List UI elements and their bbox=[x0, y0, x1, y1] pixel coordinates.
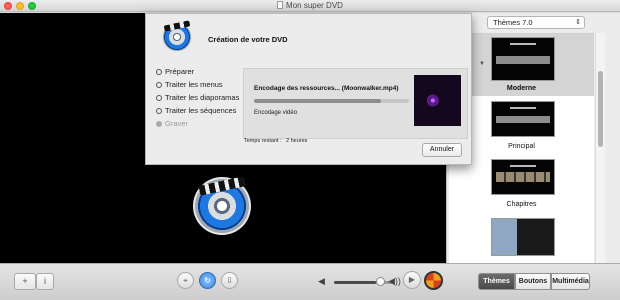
step-item: Traiter les séquences bbox=[156, 106, 239, 119]
step-item: Traiter les diaporamas bbox=[156, 93, 239, 106]
drop-zone-button[interactable]: ⇩ bbox=[221, 272, 238, 289]
map-view-button[interactable]: ⌖ bbox=[177, 272, 194, 289]
step-label: Traiter les séquences bbox=[165, 106, 237, 115]
theme-set-label: Thèmes 7.0 bbox=[493, 18, 533, 27]
idvd-app-icon bbox=[161, 20, 193, 53]
step-bullet-icon bbox=[156, 108, 162, 114]
step-label: Graver bbox=[165, 119, 188, 128]
encoding-panel: Encodage des ressources... (Moonwalker.m… bbox=[243, 68, 468, 139]
volume-low-icon: ◀ bbox=[318, 276, 325, 286]
clapperboard-icon bbox=[163, 20, 191, 32]
theme-item-4[interactable] bbox=[449, 214, 594, 263]
idvd-disc-icon bbox=[193, 176, 251, 235]
encoding-progress-fill bbox=[254, 99, 382, 103]
volume-level bbox=[334, 281, 376, 284]
volume-high-icon: ◀)) bbox=[388, 276, 401, 286]
window-title-text: Mon super DVD bbox=[286, 1, 343, 10]
themes-panel: Thèmes 7.0 ⇕ ▼ Moderne Principal Chapitr… bbox=[446, 13, 620, 263]
play-button[interactable]: ▶ bbox=[403, 271, 421, 289]
motion-icon: ↻ bbox=[204, 276, 211, 285]
theme-thumbnail bbox=[491, 218, 555, 256]
tab-buttons-label: Boutons bbox=[518, 278, 548, 285]
step-bullet-icon bbox=[156, 95, 162, 101]
info-button[interactable]: i bbox=[36, 273, 54, 290]
theme-thumbnail bbox=[491, 101, 555, 137]
step-label: Traiter les menus bbox=[165, 80, 223, 89]
step-item: Traiter les menus bbox=[156, 80, 239, 93]
creation-dialog: Création de votre DVD Préparer Traiter l… bbox=[145, 13, 472, 165]
tab-media[interactable]: Multimédia bbox=[551, 273, 590, 290]
volume-knob[interactable] bbox=[376, 277, 385, 286]
step-label: Traiter les diaporamas bbox=[165, 93, 240, 102]
theme-thumbnail bbox=[491, 37, 555, 81]
document-icon bbox=[277, 1, 284, 9]
tab-media-label: Multimédia bbox=[552, 278, 589, 285]
window-title: Mon super DVD bbox=[0, 0, 620, 12]
tab-themes-label: Thèmes bbox=[483, 278, 510, 285]
encoding-subtitle: Encodage vidéo bbox=[254, 110, 298, 116]
step-bullet-icon bbox=[156, 69, 162, 75]
clapperboard-icon bbox=[198, 176, 246, 196]
theme-thumbnail bbox=[491, 159, 555, 195]
burn-button[interactable] bbox=[424, 271, 443, 290]
volume-slider[interactable] bbox=[334, 281, 394, 284]
bottom-toolbar: + i ⌖ ↻ ⇩ ◀ ◀)) ▶ Thèmes Boutons Multimé… bbox=[0, 263, 620, 300]
step-item: Graver bbox=[156, 119, 239, 132]
theme-set-dropdown[interactable]: Thèmes 7.0 ⇕ bbox=[487, 16, 585, 29]
encoding-title: Encodage des ressources... (Moonwalker.m… bbox=[254, 85, 399, 92]
window-titlebar: Mon super DVD bbox=[0, 0, 620, 12]
step-item: Préparer bbox=[156, 67, 239, 80]
map-icon: ⌖ bbox=[183, 276, 188, 285]
chevron-updown-icon: ⇕ bbox=[575, 19, 581, 26]
step-list: Préparer Traiter les menus Traiter les d… bbox=[156, 67, 239, 132]
dialog-title: Création de votre DVD bbox=[208, 35, 288, 44]
time-remaining-value: 2 heures bbox=[286, 138, 308, 144]
tab-buttons[interactable]: Boutons bbox=[515, 273, 551, 290]
add-label: + bbox=[22, 276, 28, 286]
cancel-button[interactable]: Annuler bbox=[422, 143, 462, 157]
motion-button[interactable]: ↻ bbox=[199, 272, 216, 289]
info-label: i bbox=[44, 276, 46, 286]
encoding-progress-bar bbox=[254, 99, 409, 103]
step-bullet-icon bbox=[156, 82, 162, 88]
play-icon: ▶ bbox=[408, 275, 416, 284]
tab-themes[interactable]: Thèmes bbox=[478, 273, 515, 290]
step-label: Préparer bbox=[165, 67, 195, 76]
time-remaining-label: Temps restant : bbox=[244, 138, 282, 144]
theme-list-scrollbar[interactable] bbox=[595, 33, 605, 263]
cancel-label: Annuler bbox=[429, 146, 455, 153]
video-thumbnail bbox=[414, 75, 461, 126]
step-bullet-icon bbox=[156, 121, 162, 127]
drop-zone-icon: ⇩ bbox=[226, 276, 233, 285]
theme-label: Chapitres bbox=[506, 201, 537, 208]
add-button[interactable]: + bbox=[14, 273, 36, 290]
disclosure-triangle-icon[interactable]: ▼ bbox=[479, 61, 485, 67]
scrollbar-knob[interactable] bbox=[598, 71, 603, 147]
